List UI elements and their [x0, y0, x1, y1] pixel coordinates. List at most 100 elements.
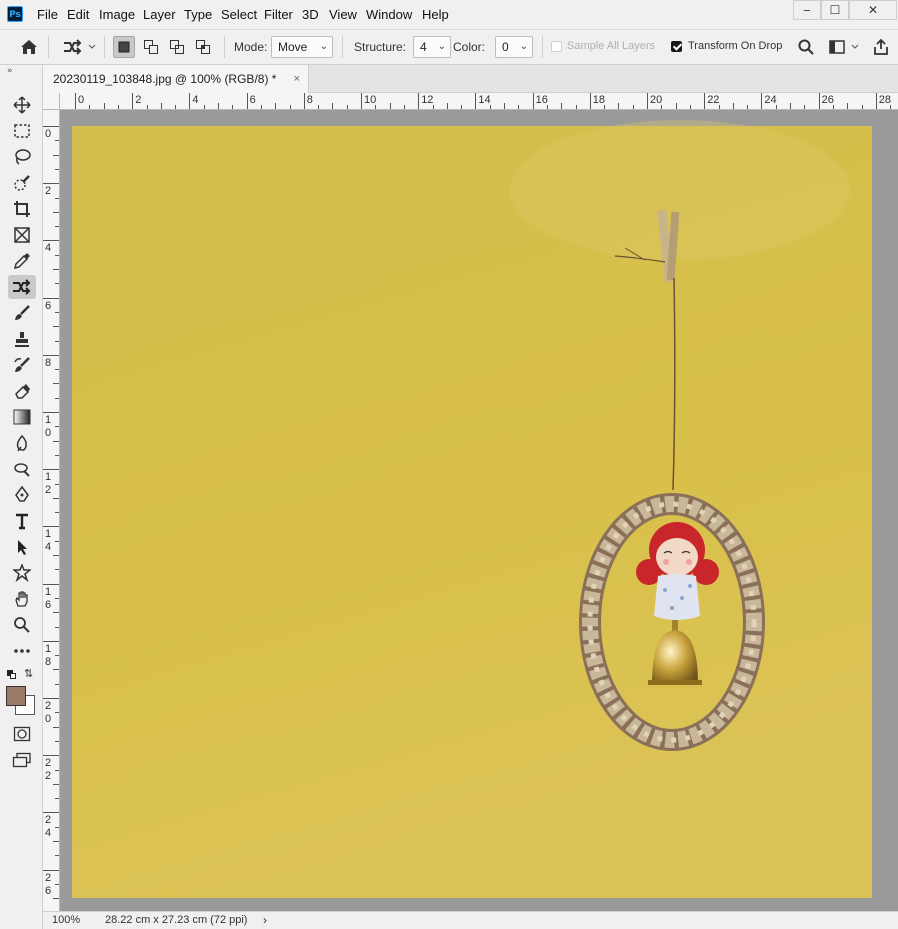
sample-all-layers-checkbox[interactable] [551, 41, 562, 52]
home-button[interactable] [18, 36, 40, 58]
minimize-button[interactable]: ‒ [793, 0, 821, 20]
ruler-tick [55, 369, 59, 371]
ruler-tick [289, 105, 291, 109]
ruler-tick [804, 105, 806, 109]
ruler-tick [790, 103, 791, 109]
hand-tool[interactable] [8, 587, 36, 611]
pen-tool[interactable] [8, 483, 36, 507]
quick-mask-button[interactable] [8, 722, 36, 746]
ruler-label: 18 [45, 642, 52, 668]
status-bar: 100% 28.22 cm x 27.23 cm (72 ppi) › [43, 911, 898, 929]
ruler-tick [117, 105, 119, 109]
ruler-tick [53, 669, 59, 671]
ruler-label: 16 [535, 94, 548, 106]
share-icon [874, 39, 888, 55]
type-icon [16, 513, 28, 530]
history-brush-tool[interactable] [8, 353, 36, 377]
frame-tool[interactable] [8, 223, 36, 247]
transform-on-drop-checkbox[interactable] [671, 41, 682, 52]
menu-layer[interactable]: Layer [143, 7, 176, 22]
move-tool[interactable] [8, 93, 36, 117]
menu-image[interactable]: Image [99, 7, 135, 22]
ruler-tick [55, 569, 59, 571]
ruler-tick [847, 103, 849, 109]
document-tab[interactable]: 20230119_103848.jpg @ 100% (RGB/8) * × [43, 65, 309, 93]
marquee-tool[interactable] [8, 119, 36, 143]
ruler-tick [55, 140, 59, 142]
more-tools[interactable] [8, 639, 36, 663]
menu-file[interactable]: File [37, 7, 58, 22]
content-aware-move-tool[interactable] [8, 275, 36, 299]
status-menu-arrow-icon[interactable]: › [263, 913, 267, 927]
ruler-tick [461, 105, 463, 109]
zoom-tool[interactable] [8, 613, 36, 637]
swap-colors-icon[interactable]: ⇅ [24, 667, 33, 680]
share-button[interactable] [870, 36, 892, 58]
horizontal-ruler[interactable]: 0 2 4 6 8 10 12 14 16 18 20 22 24 26 28 [60, 93, 898, 110]
ruler-label: 26 [45, 871, 52, 897]
path-select-tool[interactable] [8, 535, 36, 559]
ruler-tick [55, 426, 59, 428]
canvas-area[interactable] [60, 110, 898, 911]
maximize-button[interactable]: ☐ [821, 0, 849, 20]
screen-mode-button[interactable] [8, 748, 36, 772]
quick-select-icon [14, 175, 30, 191]
workspace-button[interactable] [824, 36, 864, 58]
color-value: 0 [502, 40, 509, 54]
ruler-tick [361, 93, 362, 109]
zoom-level[interactable]: 100% [52, 914, 80, 926]
ruler-tick [346, 105, 348, 109]
add-selection-button[interactable] [140, 36, 162, 58]
subtract-selection-icon [170, 40, 184, 54]
subtract-selection-button[interactable] [166, 36, 188, 58]
gradient-tool[interactable] [8, 405, 36, 429]
blur-tool[interactable] [8, 431, 36, 455]
lasso-tool[interactable] [8, 145, 36, 169]
type-tool[interactable] [8, 509, 36, 533]
mode-dropdown[interactable]: Move ⌄ [271, 36, 333, 58]
vertical-ruler[interactable]: 02468101214161820222426 [43, 110, 60, 911]
ruler-tick [53, 211, 59, 213]
menu-type[interactable]: Type [184, 7, 212, 22]
ruler-tick [55, 283, 59, 285]
color-dropdown[interactable]: 0 ⌄ [495, 36, 533, 58]
custom-shape-icon [13, 564, 31, 582]
expand-panel-icon[interactable]: » [7, 66, 13, 76]
menu-help[interactable]: Help [422, 7, 449, 22]
menu-filter[interactable]: Filter [264, 7, 293, 22]
foreground-color-swatch[interactable] [6, 686, 26, 706]
close-tab-icon[interactable]: × [294, 65, 300, 93]
new-selection-button[interactable] [113, 36, 135, 58]
default-colors-icon[interactable] [7, 670, 16, 679]
intersect-selection-button[interactable] [192, 36, 214, 58]
menu-view[interactable]: View [329, 7, 357, 22]
menu-3d[interactable]: 3D [302, 7, 319, 22]
ruler-tick [689, 105, 691, 109]
tool-preset-picker[interactable] [60, 36, 98, 58]
crop-tool[interactable] [8, 197, 36, 221]
menu-window[interactable]: Window [366, 7, 412, 22]
stamp-tool[interactable] [8, 327, 36, 351]
shape-tool[interactable] [8, 561, 36, 585]
close-button[interactable]: ✕ [849, 0, 897, 20]
quick-select-tool[interactable] [8, 171, 36, 195]
ruler-tick [53, 154, 59, 156]
history-brush-icon [14, 357, 30, 372]
ruler-label: 22 [45, 757, 52, 783]
structure-dropdown[interactable]: 4 ⌄ [413, 36, 451, 58]
structure-label: Structure: [354, 40, 407, 54]
eraser-icon [15, 384, 30, 399]
menu-edit[interactable]: Edit [67, 7, 89, 22]
ruler-tick [55, 683, 59, 685]
mode-label: Mode: [234, 40, 268, 54]
brush-tool[interactable] [8, 301, 36, 325]
eraser-tool[interactable] [8, 379, 36, 403]
eyedropper-tool[interactable] [8, 249, 36, 273]
ruler-corner[interactable] [43, 93, 60, 110]
dodge-tool[interactable] [8, 457, 36, 481]
photoshop-logo: Ps [7, 6, 23, 22]
ruler-tick [861, 105, 863, 109]
menu-select[interactable]: Select [221, 7, 257, 22]
search-button[interactable] [795, 36, 817, 58]
structure-value: 4 [420, 40, 427, 54]
